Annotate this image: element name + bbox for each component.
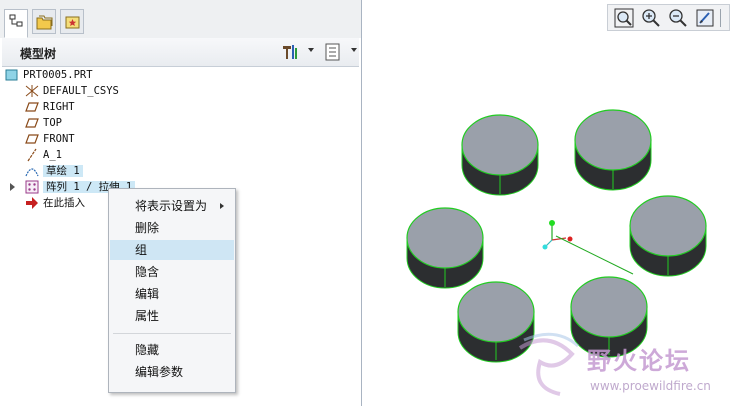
favorites-icon [65,16,80,29]
chevron-right-icon [220,203,224,209]
cylinder-2 [574,109,652,191]
refit-button[interactable] [613,7,635,29]
watermark [518,332,580,396]
csys-icon [25,85,39,97]
zoom-out-button[interactable] [667,7,689,29]
list-settings-icon [325,43,340,61]
repaint-icon [696,9,714,27]
datum-axis-icon [27,148,37,162]
tools-icon [283,45,297,59]
menu-item-suppress[interactable]: 隐含 [110,262,234,282]
zoom-out-icon [669,9,687,27]
zoom-fit-icon [614,8,634,28]
menu-item-group[interactable]: 组 [110,240,234,260]
watermark-title: 野火论坛 [587,347,691,375]
insert-arrow-icon [26,197,38,209]
tree-settings-button[interactable] [280,42,300,62]
csys-marker [542,220,634,275]
pattern-icon [25,180,39,194]
navigator-tabs [0,0,361,38]
repaint-button[interactable] [694,7,716,29]
sketch-icon [25,168,39,177]
chevron-down-icon[interactable] [308,48,314,52]
menu-item-edit-parameters[interactable]: 编辑参数 [110,362,234,382]
datum-plane-icon [25,134,39,144]
menu-item-edit[interactable]: 编辑 [110,284,234,304]
graphics-window[interactable]: 野火论坛 www.proewildfire.cn [362,34,730,406]
menu-separator [113,333,231,334]
menu-item-set-representation[interactable]: 将表示设置为 [110,196,234,216]
cylinder-3 [406,207,484,289]
cylinder-1 [461,114,539,196]
cylinder-4 [629,195,707,277]
context-menu: 将表示设置为 删除 组 隐含 编辑 属性 隐藏 编辑参数 [108,188,236,393]
sketch-label: 草绘 1 [43,165,83,177]
model-tree-panel: 模型树 PRT0005.PRT DEFAULT_CSYS RIGHT TOP F… [0,0,362,406]
datum-plane-icon [25,118,39,128]
model-tree-icon [9,14,23,27]
menu-item-properties[interactable]: 属性 [110,306,234,326]
view-toolbar [607,4,730,31]
expand-icon[interactable] [10,183,15,191]
part-icon [5,69,18,81]
tree-filter-button[interactable] [323,42,343,62]
tab-folder-browser[interactable] [32,9,56,34]
model-tree-header: 模型树 [2,38,359,67]
zoom-in-button[interactable] [640,7,662,29]
tab-model-tree[interactable] [4,9,28,38]
page-title: 模型树 [20,47,57,61]
folder-icon [36,15,53,30]
menu-item-hide[interactable]: 隐藏 [110,340,234,360]
cylinder-5 [457,281,535,363]
tab-favorites[interactable] [60,9,84,34]
chevron-down-icon[interactable] [351,48,357,52]
watermark-url: www.proewildfire.cn [590,379,711,393]
datum-plane-icon [25,102,39,112]
menu-item-delete[interactable]: 删除 [110,218,234,238]
toolbar-edge [720,9,730,27]
zoom-in-icon [642,9,660,27]
